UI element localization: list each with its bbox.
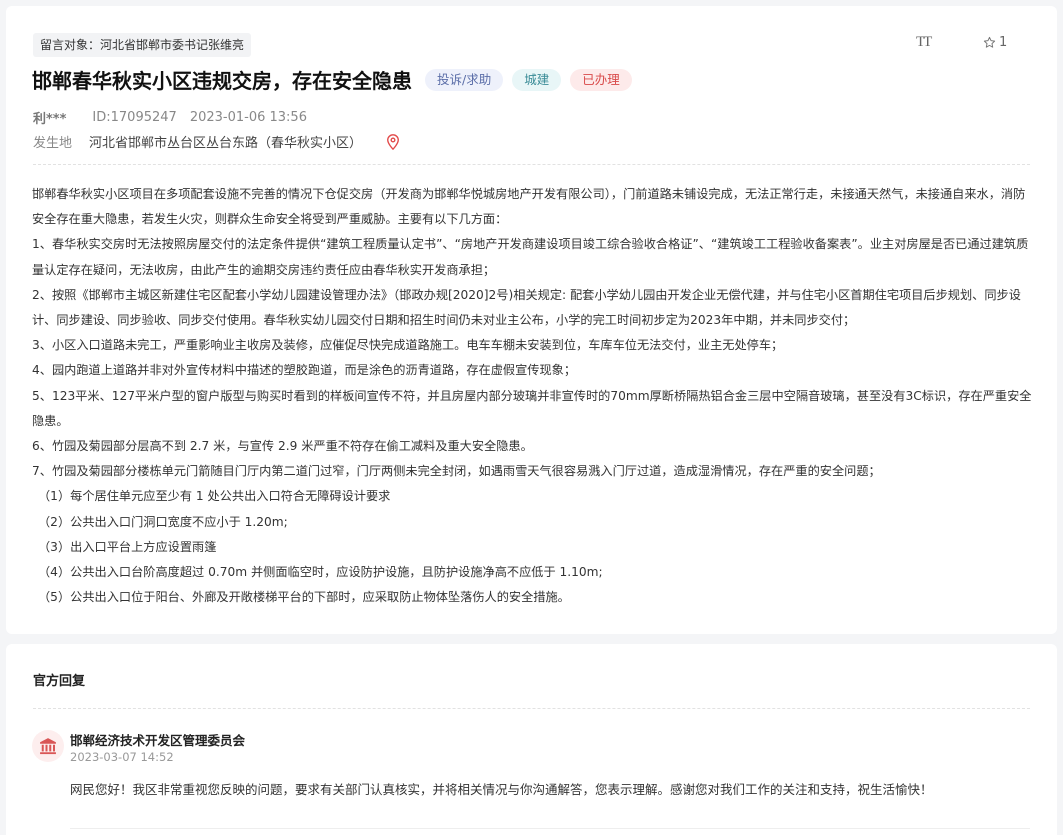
content-paragraph: 3、小区入口道路未完工，严重影响业主收房及装修，应催促尽快完成道路施工。电车车棚… [32, 338, 784, 353]
content-sub-item: （3）出入口平台上方应设置雨篷 [38, 539, 217, 554]
category-badge: 投诉/求助 [425, 68, 504, 91]
message-content: 邯郸春华秋实小区项目在多项配套设施不完善的情况下仓促交房（开发商为邯郸华悦城房地… [32, 182, 1034, 610]
content-paragraph: 5、123平米、127平米户型的窗户版型与购买时看到的样板间宣传不符，并且房屋内… [32, 388, 1032, 428]
government-building-icon [40, 738, 56, 755]
reply-org-name: 邯郸经济技术开发区管理委员会 [70, 733, 246, 748]
divider [33, 164, 1030, 165]
post-id: ID:17095247 [92, 110, 177, 125]
content-paragraph: 4、园内跑道上道路并非对外宣传材料中描述的塑胶跑道，而是涂色的沥青道路，存在虚假… [32, 363, 577, 378]
location-value: 河北省邯郸市丛台区丛台东路（春华秋实小区） [89, 136, 363, 151]
post-date: 2023-01-06 13:56 [189, 110, 307, 125]
location-label: 发生地 [33, 136, 73, 151]
text-size-icon[interactable]: TT [916, 34, 932, 51]
status-badge: 已办理 [570, 68, 632, 91]
divider [70, 828, 1030, 829]
star-icon [983, 36, 996, 48]
title-row: 邯郸春华秋实小区违规交房，存在安全隐患 投诉/求助 城建 已办理 [32, 65, 641, 94]
content-paragraph: 2、按照《邯郸市主城区新建住宅区配套小学幼儿园建设管理办法》（邯政办规[2020… [32, 287, 1021, 328]
content-paragraph: 6、竹园及菊园部分层高不到 2.7 米，与宣传 2.9 米严重不符存在偷工减料及… [32, 439, 533, 454]
content-sub-item: （2）公共出入口门洞口宽度不应小于 1.20m; [38, 514, 288, 529]
message-card: 留言对象：河北省邯郸市委书记张维亮 TT 1 邯郸春华秋实小区违规交房，存在安全… [6, 6, 1057, 634]
official-reply-card: 官方回复 邯郸经济技术开发区管理委员会 2023-03-07 14:52 网民您… [6, 644, 1057, 835]
content-paragraph: 1、春华秋实交房时无法按照房屋交付的法定条件提供“建筑工程质量认定书”、“房地产… [32, 237, 1029, 277]
favorite-button[interactable]: 1 [983, 35, 1007, 50]
reply-text: 网民您好！我区非常重视您反映的问题，要求有关部门认真核实，并将相关情况与你沟通解… [70, 782, 933, 797]
content-sub-item: （1）每个居住单元应至少有 1 处公共出入口符合无障碍设计要求 [38, 489, 391, 504]
content-paragraph: 邯郸春华秋实小区项目在多项配套设施不完善的情况下仓促交房（开发商为邯郸华悦城房地… [32, 187, 1026, 227]
location-pin-icon[interactable] [386, 133, 400, 150]
page-title: 邯郸春华秋实小区违规交房，存在安全隐患 [32, 69, 412, 93]
content-sub-item: （4）公共出入口台阶高度超过 0.70m 并侧面临空时，应设防护设施，且防护设施… [38, 565, 603, 580]
reply-date: 2023-03-07 14:52 [70, 750, 174, 764]
domain-badge: 城建 [512, 68, 562, 91]
content-paragraph: 7、竹园及菊园部分楼栋单元门箭随目门厅内第二道门过窄，门厅两侧未完全封闭，如遇雨… [32, 464, 881, 479]
author-name: 利*** [33, 112, 67, 127]
reply-heading: 官方回复 [33, 674, 86, 689]
meta-row: 利*** ID:17095247 2023-01-06 13:56 [33, 108, 307, 127]
divider [33, 708, 1030, 709]
star-count: 1 [999, 35, 1008, 50]
message-target-tag: 留言对象：河北省邯郸市委书记张维亮 [33, 33, 252, 57]
content-sub-item: （5）公共出入口位于阳台、外廊及开敞楼梯平台的下部时，应采取防止物体坠落伤人的安… [38, 590, 570, 605]
location-row: 发生地 河北省邯郸市丛台区丛台东路（春华秋实小区） [33, 132, 400, 151]
org-avatar [32, 730, 64, 762]
